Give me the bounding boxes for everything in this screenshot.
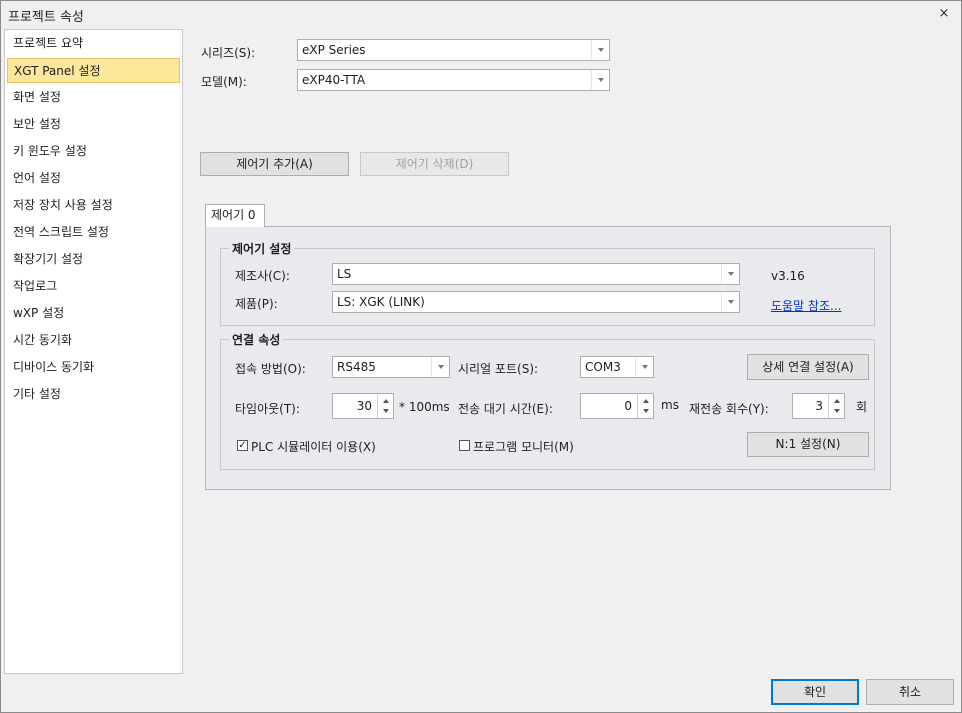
chevron-down-icon [635, 357, 653, 377]
sidebar-item[interactable]: 기타 설정 [7, 382, 180, 407]
model-value: eXP40-TTA [302, 73, 366, 87]
maker-value: LS [337, 267, 352, 281]
arrow-down-icon [383, 409, 389, 413]
arrow-up-icon [383, 399, 389, 403]
timeout-spinner[interactable]: 30 [332, 393, 394, 419]
chevron-down-icon [591, 70, 609, 90]
program-monitor-label[interactable]: 프로그램 모니터(M) [473, 438, 574, 455]
sidebar-item[interactable]: 프로젝트 요약 [7, 31, 180, 56]
plc-simulator-checkbox[interactable]: ✓ [237, 440, 248, 451]
timeout-unit: * 100ms [399, 400, 450, 414]
chevron-down-icon [431, 357, 449, 377]
cancel-button[interactable]: 취소 [866, 679, 954, 705]
sidebar-item[interactable]: 저장 장치 사용 설정 [7, 193, 180, 218]
serial-port-select[interactable]: COM3 [580, 356, 654, 378]
connection-method-label: 접속 방법(O): [235, 362, 306, 376]
arrow-up-icon [834, 399, 840, 403]
add-controller-button[interactable]: 제어기 추가(A) [200, 152, 349, 176]
connection-properties-group: 연결 속성 접속 방법(O): RS485 시리얼 포트(S): COM3 상세… [220, 331, 875, 470]
send-wait-spinner[interactable]: 0 [580, 393, 654, 419]
series-select[interactable]: eXP Series [297, 39, 610, 61]
program-monitor-checkbox[interactable] [459, 440, 470, 451]
title-bar: 프로젝트 속성 × [1, 1, 961, 28]
spinner-buttons[interactable] [637, 394, 653, 418]
sidebar-item[interactable]: 보안 설정 [7, 112, 180, 137]
controller-settings-title: 제어기 설정 [229, 240, 295, 257]
chevron-down-icon [721, 264, 739, 284]
sidebar-item[interactable]: 디바이스 동기화 [7, 355, 180, 380]
connection-method-select[interactable]: RS485 [332, 356, 450, 378]
model-label: 모델(M): [201, 75, 247, 89]
product-label: 제품(P): [235, 297, 278, 311]
series-value: eXP Series [302, 43, 366, 57]
sidebar-item[interactable]: 작업로그 [7, 274, 180, 299]
spinner-buttons[interactable] [377, 394, 393, 418]
plc-simulator-label[interactable]: PLC 시뮬레이터 이용(X) [251, 438, 376, 455]
retry-count-value: 3 [815, 399, 823, 413]
send-wait-unit: ms [661, 398, 679, 412]
serial-port-label: 시리얼 포트(S): [458, 362, 539, 376]
arrow-up-icon [643, 399, 649, 403]
chevron-down-icon [721, 292, 739, 312]
spinner-buttons[interactable] [828, 394, 844, 418]
maker-label: 제조사(C): [235, 269, 290, 283]
version-text: v3.16 [771, 269, 805, 283]
retry-count-label: 재전송 회수(Y): [689, 402, 769, 416]
chevron-down-icon [591, 40, 609, 60]
sidebar-item[interactable]: wXP 설정 [7, 301, 180, 326]
send-wait-label: 전송 대기 시간(E): [458, 402, 553, 416]
controller-tab-panel: 제어기 설정 제조사(C): LS v3.16 제품(P): LS: XGK (… [205, 226, 891, 490]
sidebar-item[interactable]: 전역 스크립트 설정 [7, 220, 180, 245]
series-label: 시리즈(S): [201, 46, 256, 60]
detail-connection-settings-button[interactable]: 상세 연결 설정(A) [747, 354, 869, 380]
xgt-panel-settings: 시리즈(S): eXP Series 모델(M): eXP40-TTA 제어기 … [184, 29, 960, 674]
controller-settings-group: 제어기 설정 제조사(C): LS v3.16 제품(P): LS: XGK (… [220, 240, 875, 326]
sidebar-item[interactable]: 언어 설정 [7, 166, 180, 191]
close-icon[interactable]: × [935, 5, 953, 23]
tab-controller-0[interactable]: 제어기 0 [205, 204, 265, 227]
ok-button[interactable]: 확인 [771, 679, 859, 705]
n1-settings-button[interactable]: N:1 설정(N) [747, 432, 869, 457]
sidebar-item[interactable]: 화면 설정 [7, 85, 180, 110]
product-select[interactable]: LS: XGK (LINK) [332, 291, 740, 313]
arrow-down-icon [643, 409, 649, 413]
maker-select[interactable]: LS [332, 263, 740, 285]
sidebar-item[interactable]: XGT Panel 설정 [7, 58, 180, 83]
product-value: LS: XGK (LINK) [337, 295, 425, 309]
project-properties-dialog: 프로젝트 속성 × 프로젝트 요약 XGT Panel 설정 화면 설정 보안 설정 키… [0, 0, 962, 713]
retry-count-spinner[interactable]: 3 [792, 393, 845, 419]
sidebar-item[interactable]: 시간 동기화 [7, 328, 180, 353]
sidebar-item[interactable]: 키 윈도우 설정 [7, 139, 180, 164]
send-wait-value: 0 [624, 399, 632, 413]
arrow-down-icon [834, 409, 840, 413]
retry-count-unit: 회 [856, 400, 868, 414]
settings-sidebar: 프로젝트 요약 XGT Panel 설정 화면 설정 보안 설정 키 윈도우 설정 언어 … [4, 29, 183, 674]
window-title: 프로젝트 속성 [8, 10, 84, 25]
delete-controller-button[interactable]: 제어기 삭제(D) [360, 152, 509, 176]
model-select[interactable]: eXP40-TTA [297, 69, 610, 91]
connection-method-value: RS485 [337, 360, 376, 374]
timeout-value: 30 [356, 399, 372, 413]
connection-properties-title: 연결 속성 [229, 331, 284, 348]
help-link[interactable]: 도움말 참조... [771, 297, 841, 314]
sidebar-item[interactable]: 확장기기 설정 [7, 247, 180, 272]
timeout-label: 타임아웃(T): [235, 402, 300, 416]
serial-port-value: COM3 [585, 360, 621, 374]
